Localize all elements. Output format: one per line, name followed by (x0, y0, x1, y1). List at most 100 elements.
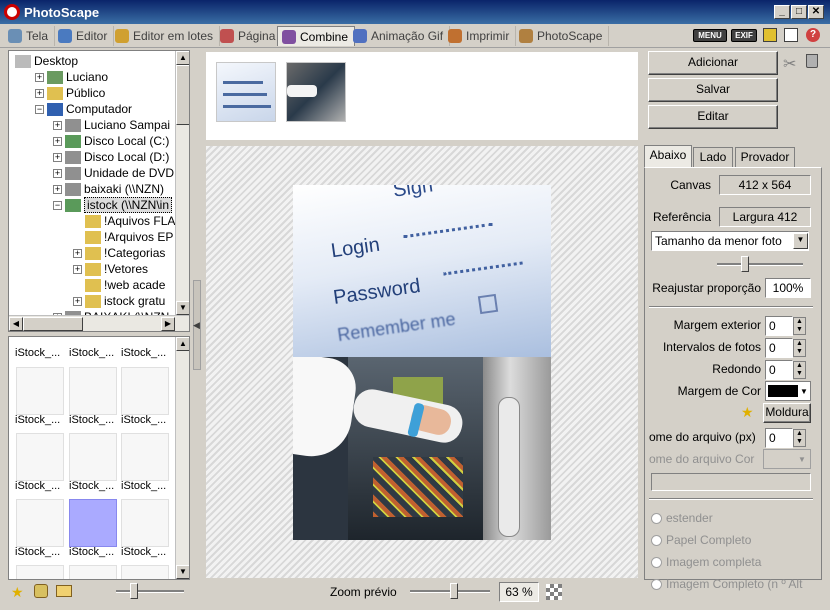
tab-editor-em-lotes[interactable]: Editor em lotes (111, 26, 221, 46)
thumbnail-item[interactable] (16, 499, 64, 547)
tab-editor[interactable]: Editor (54, 26, 115, 46)
refresh-icon[interactable] (34, 584, 48, 598)
help-icon[interactable]: ? (806, 28, 820, 42)
outer-margin-input[interactable]: 0 (765, 316, 793, 336)
combined-image[interactable]: Sign Login Password Remember me (293, 185, 551, 540)
tab-imprimir[interactable]: Imprimir (444, 26, 517, 46)
thumbnail-scrollbar[interactable]: ▲ ▼ (175, 337, 189, 579)
size-slider-thumb[interactable] (741, 256, 749, 272)
tab-lado[interactable]: Lado (693, 147, 733, 167)
open-folder-icon[interactable] (56, 585, 72, 597)
exif-button[interactable]: EXIF (731, 29, 757, 42)
chevron-down-icon[interactable]: ▼ (793, 233, 808, 249)
tree-item-drive[interactable]: + Luciano Sampai (53, 117, 170, 133)
menu-button[interactable]: MENU (693, 29, 727, 42)
calendar-icon[interactable] (763, 28, 777, 42)
scroll-down-icon[interactable]: ▼ (176, 301, 189, 315)
radio-icon[interactable] (651, 578, 662, 590)
margin-color-picker[interactable]: ▼ (765, 381, 811, 401)
tree-item-drive-selected[interactable]: − istock (\\NZN\in (53, 197, 173, 213)
thumbnail-grid[interactable]: iStock_... iStock_... iStock_... iStock_… (8, 336, 190, 580)
tree-horizontal-scrollbar[interactable]: ◀ ▶ (9, 315, 189, 331)
tab-photoscape[interactable]: PhotoScape (515, 26, 610, 46)
option-imagem-completo-alt[interactable]: Imagem Completo (n º Alt (651, 577, 802, 591)
expand-icon[interactable]: + (73, 296, 82, 306)
expand-icon[interactable]: + (35, 72, 44, 82)
scissors-icon[interactable]: ✂ (783, 54, 796, 74)
trash-icon[interactable] (806, 54, 818, 68)
selected-photos-strip[interactable] (206, 52, 638, 140)
scroll-right-icon[interactable]: ▶ (161, 317, 175, 331)
tree-item-luciano[interactable]: + Luciano (35, 69, 108, 85)
favorite-star-icon[interactable]: ★ (11, 584, 24, 601)
photo-interval-input[interactable]: 0 (765, 338, 793, 358)
thumbnail-item[interactable] (121, 499, 169, 547)
filename-text-field[interactable] (651, 473, 811, 491)
tree-item-drive[interactable]: + Disco Local (C:) (53, 133, 169, 149)
radio-icon[interactable] (651, 534, 662, 546)
thumbnail-item[interactable] (69, 565, 117, 579)
size-mode-select[interactable]: Tamanho da menor foto (651, 231, 809, 251)
scroll-up-icon[interactable]: ▲ (176, 51, 189, 65)
tree-item-folder[interactable]: + !Vetores (73, 261, 148, 277)
thumbnail-item[interactable] (16, 433, 64, 481)
option-estender[interactable]: estender (651, 511, 713, 525)
tree-item-publico[interactable]: + Público (35, 85, 105, 101)
scrollbar-thumb[interactable] (176, 65, 189, 125)
thumbnail-size-slider[interactable] (116, 590, 184, 593)
thumbnail-item[interactable] (16, 367, 64, 415)
close-button[interactable]: ✕ (808, 5, 824, 19)
scroll-up-icon[interactable]: ▲ (176, 337, 189, 351)
expand-icon[interactable]: + (53, 184, 62, 194)
maximize-button[interactable]: □ (791, 5, 807, 19)
add-button[interactable]: Adicionar (648, 51, 778, 75)
collapse-icon[interactable]: − (53, 200, 62, 210)
round-input[interactable]: 0 (765, 360, 793, 380)
expand-icon[interactable]: + (53, 120, 62, 130)
thumbnail-item-selected[interactable] (69, 499, 117, 547)
tab-provador[interactable]: Provador (735, 147, 795, 167)
photo-interval-stepper[interactable]: ▲ ▼ (793, 339, 806, 357)
tree-item-folder[interactable]: !Arquivos EP (85, 229, 173, 245)
expand-icon[interactable]: + (73, 248, 82, 258)
thumbnail-item[interactable] (69, 367, 117, 415)
tab-abaixo[interactable]: Abaixo (644, 145, 692, 168)
strip-photo-hardware[interactable] (286, 62, 346, 122)
scroll-left-icon[interactable]: ◀ (9, 317, 23, 331)
outer-margin-stepper[interactable]: ▲ ▼ (793, 317, 806, 335)
tab-pagina[interactable]: Página (216, 26, 283, 46)
edit-button[interactable]: Editar (648, 105, 778, 129)
frame-button[interactable]: Moldura (763, 403, 811, 423)
minimize-button[interactable]: _ (774, 5, 790, 19)
scroll-down-icon[interactable]: ▼ (176, 565, 189, 579)
zoom-slider-thumb[interactable] (450, 583, 458, 599)
expand-icon[interactable]: + (53, 168, 62, 178)
tree-item-folder[interactable]: !Aquivos FLA (85, 213, 175, 229)
tree-item-folder[interactable]: !web acade (85, 277, 165, 293)
checkerboard-icon[interactable] (546, 584, 562, 600)
radio-icon[interactable] (651, 512, 662, 524)
tab-animacao-gif[interactable]: Animação Gif (349, 26, 451, 46)
strip-photo-login[interactable] (216, 62, 276, 122)
expand-icon[interactable]: + (53, 152, 62, 162)
expand-icon[interactable]: + (53, 136, 62, 146)
option-imagem-completa[interactable]: Imagem completa (651, 555, 761, 569)
option-papel-completo[interactable]: Papel Completo (651, 533, 751, 547)
thumbnail-item[interactable] (121, 433, 169, 481)
tree-item-desktop[interactable]: Desktop (15, 53, 78, 69)
resize-input[interactable]: 100% (765, 278, 811, 298)
thumbnail-size-slider-thumb[interactable] (130, 583, 138, 599)
thumbnail-item[interactable] (16, 565, 64, 579)
filename-px-stepper[interactable]: ▲ ▼ (793, 429, 806, 447)
tab-combine[interactable]: Combine (277, 26, 356, 46)
tab-tela[interactable]: Tela (4, 26, 56, 46)
collapse-arrow-icon[interactable]: ◀ (193, 320, 200, 331)
scrollbar-thumb[interactable] (23, 317, 83, 331)
tree-item-drive[interactable]: + Disco Local (D:) (53, 149, 169, 165)
tree-item-computador[interactable]: − Computador (35, 101, 132, 117)
thumbnail-item[interactable] (121, 565, 169, 579)
tree-item-drive[interactable]: + Unidade de DVD (53, 165, 174, 181)
expand-icon[interactable]: + (35, 88, 44, 98)
save-button[interactable]: Salvar (648, 78, 778, 102)
expand-icon[interactable]: + (73, 264, 82, 274)
